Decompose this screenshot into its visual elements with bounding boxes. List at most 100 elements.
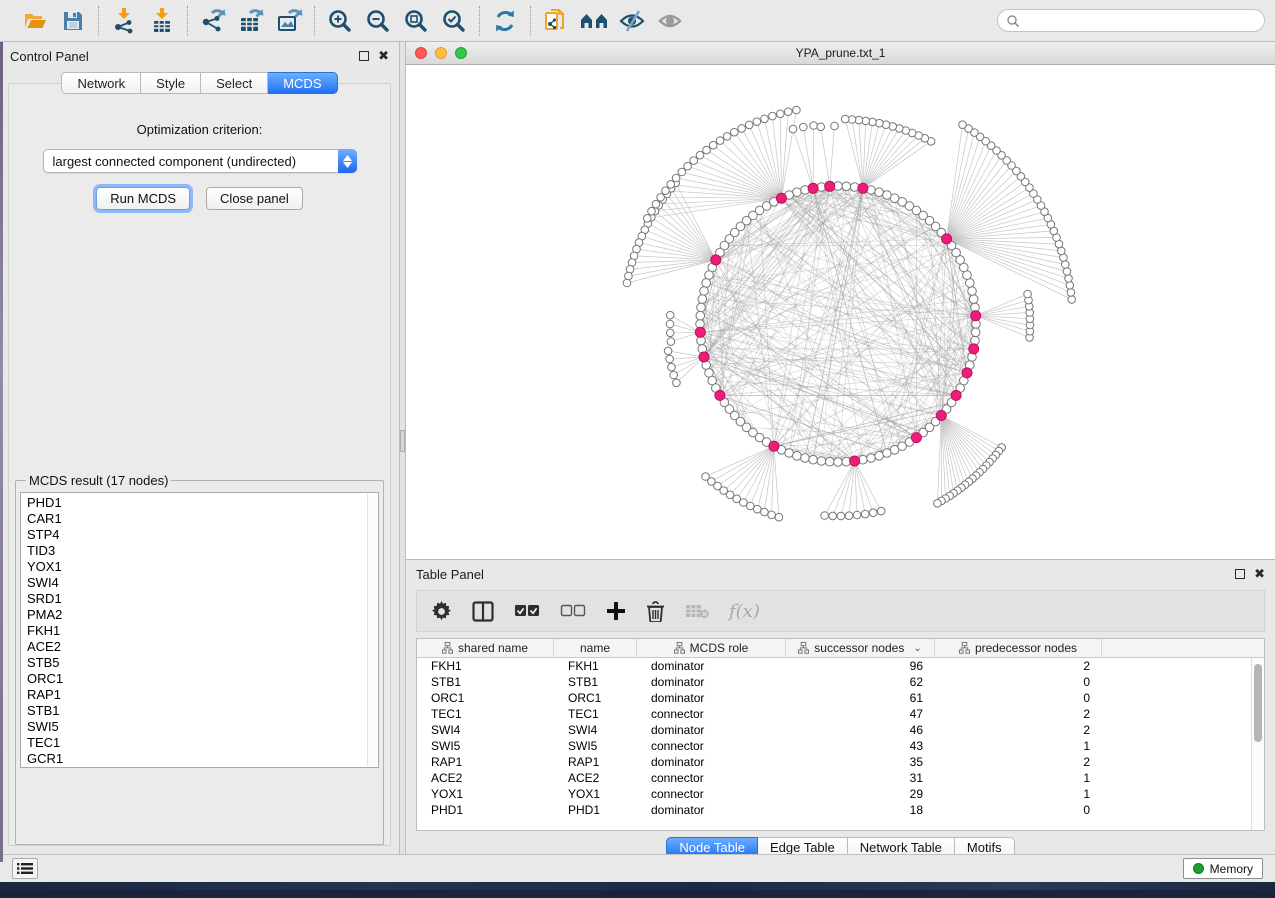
table-cell[interactable]: SWI4: [554, 722, 637, 738]
table-row[interactable]: SWI4SWI4dominator462: [417, 722, 1264, 738]
mcds-result-item[interactable]: TID3: [27, 543, 378, 559]
table-cell[interactable]: 47: [786, 706, 935, 722]
search-input[interactable]: [997, 9, 1265, 32]
float-panel-icon[interactable]: [1235, 569, 1245, 579]
table-row[interactable]: STB1STB1dominator620: [417, 674, 1264, 690]
mcds-list-scrollbar[interactable]: [367, 494, 377, 766]
export-network-icon[interactable]: [198, 6, 228, 36]
mcds-result-item[interactable]: GCR1: [27, 751, 378, 767]
table-cell[interactable]: dominator: [637, 754, 786, 770]
clone-network-icon[interactable]: [541, 6, 571, 36]
table-cell[interactable]: SWI4: [417, 722, 554, 738]
table-cell[interactable]: PHD1: [417, 802, 554, 818]
control-tab-mcds[interactable]: MCDS: [268, 72, 337, 94]
export-table-icon[interactable]: [236, 6, 266, 36]
table-cell[interactable]: dominator: [637, 722, 786, 738]
table-scrollbar[interactable]: [1251, 658, 1264, 830]
table-cell[interactable]: 46: [786, 722, 935, 738]
table-cell[interactable]: TEC1: [554, 706, 637, 722]
column-header-predecessor-nodes[interactable]: predecessor nodes: [935, 639, 1102, 657]
panel-splitter[interactable]: [399, 42, 406, 862]
table-cell[interactable]: dominator: [637, 658, 786, 674]
table-cell[interactable]: ORC1: [554, 690, 637, 706]
zoom-selected-icon[interactable]: [439, 6, 469, 36]
control-tab-style[interactable]: Style: [141, 72, 201, 94]
table-cell[interactable]: dominator: [637, 690, 786, 706]
column-header-shared-name[interactable]: shared name: [417, 639, 554, 657]
criterion-dropdown[interactable]: largest connected component (undirected): [43, 149, 357, 173]
import-table-icon[interactable]: [147, 6, 177, 36]
table-cell[interactable]: 35: [786, 754, 935, 770]
table-cell[interactable]: FKH1: [417, 658, 554, 674]
mcds-result-item[interactable]: CAR1: [27, 511, 378, 527]
table-cell[interactable]: 29: [786, 786, 935, 802]
table-cell[interactable]: connector: [637, 706, 786, 722]
table-row[interactable]: SWI5SWI5connector431: [417, 738, 1264, 754]
mcds-result-item[interactable]: YOX1: [27, 559, 378, 575]
table-row[interactable]: ACE2ACE2connector311: [417, 770, 1264, 786]
column-header-successor-nodes[interactable]: successor nodes⌄: [786, 639, 935, 657]
first-neighbors-icon[interactable]: [579, 6, 609, 36]
mcds-result-item[interactable]: SRD1: [27, 591, 378, 607]
table-cell[interactable]: dominator: [637, 674, 786, 690]
table-cell[interactable]: RAP1: [554, 754, 637, 770]
panel-layout-icon[interactable]: [472, 601, 494, 622]
table-cell[interactable]: dominator: [637, 802, 786, 818]
table-cell[interactable]: RAP1: [417, 754, 554, 770]
table-cell[interactable]: 2: [935, 706, 1102, 722]
table-cell[interactable]: 0: [935, 802, 1102, 818]
delete-columns-icon[interactable]: [646, 601, 665, 622]
mcds-result-item[interactable]: ORC1: [27, 671, 378, 687]
zoom-in-icon[interactable]: [325, 6, 355, 36]
close-panel-icon[interactable]: ✖: [378, 51, 389, 61]
splitter-grip[interactable]: [400, 430, 405, 452]
control-tab-network[interactable]: Network: [61, 72, 141, 94]
task-history-button[interactable]: [12, 858, 38, 879]
column-header-MCDS-role[interactable]: MCDS role: [637, 639, 786, 657]
save-session-icon[interactable]: [58, 6, 88, 36]
mcds-result-item[interactable]: TEC1: [27, 735, 378, 751]
mcds-result-item[interactable]: ACE2: [27, 639, 378, 655]
network-canvas[interactable]: [406, 65, 1275, 559]
create-column-icon[interactable]: [606, 601, 626, 621]
table-cell[interactable]: SWI5: [417, 738, 554, 754]
mcds-result-item[interactable]: STB5: [27, 655, 378, 671]
table-cell[interactable]: 1: [935, 770, 1102, 786]
table-row[interactable]: TEC1TEC1connector472: [417, 706, 1264, 722]
table-cell[interactable]: YOX1: [417, 786, 554, 802]
table-cell[interactable]: 62: [786, 674, 935, 690]
table-scrollbar-thumb[interactable]: [1254, 664, 1262, 742]
table-cell[interactable]: connector: [637, 770, 786, 786]
table-cell[interactable]: 2: [935, 658, 1102, 674]
table-cell[interactable]: 96: [786, 658, 935, 674]
float-panel-icon[interactable]: [359, 51, 369, 61]
table-cell[interactable]: ACE2: [417, 770, 554, 786]
table-row[interactable]: ORC1ORC1dominator610: [417, 690, 1264, 706]
show-graphics-details-icon[interactable]: [655, 6, 685, 36]
table-cell[interactable]: connector: [637, 786, 786, 802]
table-cell[interactable]: TEC1: [417, 706, 554, 722]
open-file-icon[interactable]: [20, 6, 50, 36]
table-cell[interactable]: PHD1: [554, 802, 637, 818]
close-panel-icon[interactable]: ✖: [1254, 569, 1265, 579]
table-cell[interactable]: 1: [935, 738, 1102, 754]
table-cell[interactable]: 18: [786, 802, 935, 818]
table-row[interactable]: PHD1PHD1dominator180: [417, 802, 1264, 818]
column-header-name[interactable]: name: [554, 639, 637, 657]
close-panel-button[interactable]: Close panel: [206, 187, 303, 210]
mcds-result-item[interactable]: SWI5: [27, 719, 378, 735]
select-all-icon[interactable]: [514, 604, 540, 618]
table-cell[interactable]: 31: [786, 770, 935, 786]
table-settings-icon[interactable]: [431, 601, 452, 622]
mcds-result-item[interactable]: PHD1: [27, 495, 378, 511]
mcds-result-item[interactable]: STB1: [27, 703, 378, 719]
mcds-result-listbox[interactable]: PHD1CAR1STP4TID3YOX1SWI4SRD1PMA2FKH1ACE2…: [20, 492, 379, 768]
network-graph[interactable]: [406, 65, 1275, 559]
table-cell[interactable]: ACE2: [554, 770, 637, 786]
table-row[interactable]: YOX1YOX1connector291: [417, 786, 1264, 802]
table-cell[interactable]: 43: [786, 738, 935, 754]
export-image-icon[interactable]: [274, 6, 304, 36]
table-cell[interactable]: STB1: [417, 674, 554, 690]
table-row[interactable]: RAP1RAP1dominator352: [417, 754, 1264, 770]
network-window-titlebar[interactable]: YPA_prune.txt_1: [406, 42, 1275, 65]
